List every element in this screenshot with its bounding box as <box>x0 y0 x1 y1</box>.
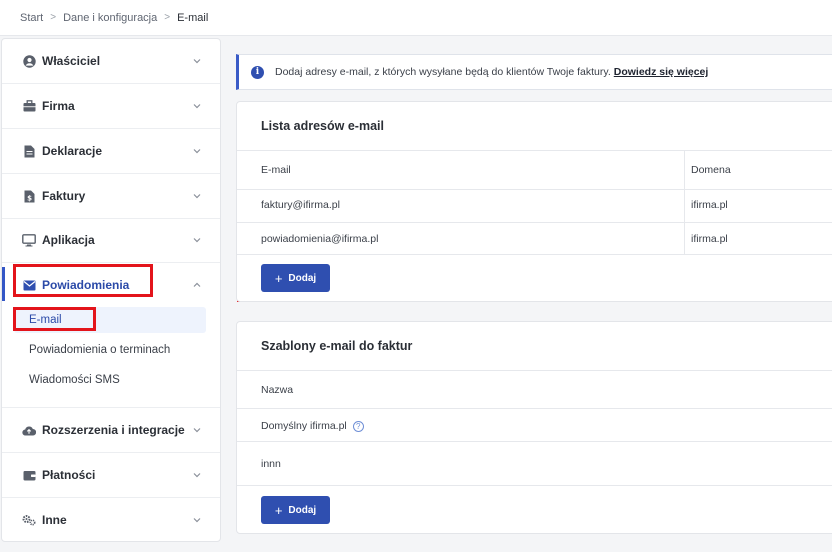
button-label: Dodaj <box>288 504 317 516</box>
briefcase-icon <box>22 99 36 113</box>
chevron-down-icon <box>193 194 201 199</box>
subitem-label: Wiadomości SMS <box>29 374 120 386</box>
table-row: innn <box>261 458 281 470</box>
document-icon <box>22 144 36 158</box>
user-circle-icon <box>22 54 36 68</box>
sidebar-item-label: Płatności <box>42 468 96 482</box>
table-row: Domyślny ifirma.pl? <box>261 420 364 432</box>
template-name: Domyślny ifirma.pl <box>261 420 347 432</box>
add-template-button[interactable]: + Dodaj <box>261 496 330 524</box>
templates-card: Szablony e-mail do faktur Nazwa Domyślny… <box>236 321 832 534</box>
sidebar-item-inne[interactable]: Inne <box>2 498 220 541</box>
info-banner: i Dodaj adresy e-mail, z których wysyłan… <box>236 54 832 90</box>
sidebar-item-label: Faktury <box>42 189 86 203</box>
sidebar-item-platnosci[interactable]: Płatności <box>2 453 220 497</box>
sidebar-item-wlasciciel[interactable]: Właściciel <box>2 39 220 83</box>
help-icon[interactable]: ? <box>352 420 364 432</box>
chevron-down-icon <box>193 518 201 523</box>
sidebar-item-deklaracje[interactable]: Deklaracje <box>2 129 220 173</box>
sidebar-item-aplikacja[interactable]: Aplikacja <box>2 218 220 262</box>
table-row-email: powiadomienia@ifirma.pl <box>261 233 379 245</box>
breadcrumb: Start > Dane i konfiguracja > E-mail <box>0 0 832 36</box>
sidebar-item-faktury[interactable]: $ Faktury <box>2 174 220 218</box>
breadcrumb-dane-i-konfiguracja[interactable]: Dane i konfiguracja <box>63 12 157 24</box>
highlight-box-email <box>13 307 96 331</box>
sidebar-item-label: Rozszerzenia i integracje <box>42 423 185 437</box>
chevron-down-icon <box>193 473 201 478</box>
breadcrumb-start[interactable]: Start <box>20 12 43 24</box>
svg-text:$: $ <box>27 194 32 202</box>
column-header-domena: Domena <box>691 164 731 176</box>
cloud-upload-icon <box>22 423 36 437</box>
chevron-right-icon: > <box>164 12 171 23</box>
sidebar-item-label: Deklaracje <box>42 144 103 158</box>
subitem-powiadomienia-o-terminach[interactable]: Powiadomienia o terminach <box>14 337 206 363</box>
info-text: Dodaj adresy e-mail, z których wysyłane … <box>275 66 611 78</box>
subitem-wiadomosci-sms[interactable]: Wiadomości SMS <box>14 367 206 393</box>
plus-icon: + <box>274 502 283 518</box>
email-list-title: Lista adresów e-mail <box>261 119 384 133</box>
sidebar-item-label: Aplikacja <box>42 233 95 247</box>
chevron-down-icon <box>193 238 201 243</box>
column-header-email: E-mail <box>261 164 291 176</box>
info-icon: i <box>251 65 264 79</box>
chevron-down-icon <box>193 104 201 109</box>
subitem-label: Powiadomienia o terminach <box>29 344 171 356</box>
chevron-down-icon <box>193 149 201 154</box>
breadcrumb-current: E-mail <box>177 11 209 24</box>
column-header-nazwa: Nazwa <box>261 384 294 396</box>
monitor-icon <box>22 233 36 247</box>
templates-title: Szablony e-mail do faktur <box>261 339 413 353</box>
table-row-email: faktury@ifirma.pl <box>261 199 340 211</box>
plus-icon: + <box>274 270 283 286</box>
invoice-icon: $ <box>22 189 36 203</box>
wallet-icon <box>22 468 36 482</box>
sidebar-item-label: Firma <box>42 99 75 113</box>
sidebar-item-rozszerzenia[interactable]: Rozszerzenia i integracje <box>2 408 220 452</box>
button-label: Dodaj <box>288 272 317 284</box>
chevron-down-icon <box>193 59 201 64</box>
sidebar-item-label: Inne <box>42 513 67 527</box>
add-email-button[interactable]: + Dodaj <box>261 264 330 292</box>
sidebar-item-label: Właściciel <box>42 54 101 68</box>
gears-icon <box>22 513 36 527</box>
sidebar-item-firma[interactable]: Firma <box>2 84 220 128</box>
table-row-domain: ifirma.pl <box>691 199 728 211</box>
highlight-box-powiadomienia <box>13 264 153 297</box>
chevron-right-icon: > <box>50 12 57 23</box>
email-list-card: Lista adresów e-mail E-mail Domena faktu… <box>236 101 832 302</box>
learn-more-link[interactable]: Dowiedz się więcej <box>614 66 709 78</box>
chevron-up-icon <box>193 282 201 287</box>
table-row-domain: ifirma.pl <box>691 233 728 245</box>
chevron-down-icon <box>193 428 201 433</box>
